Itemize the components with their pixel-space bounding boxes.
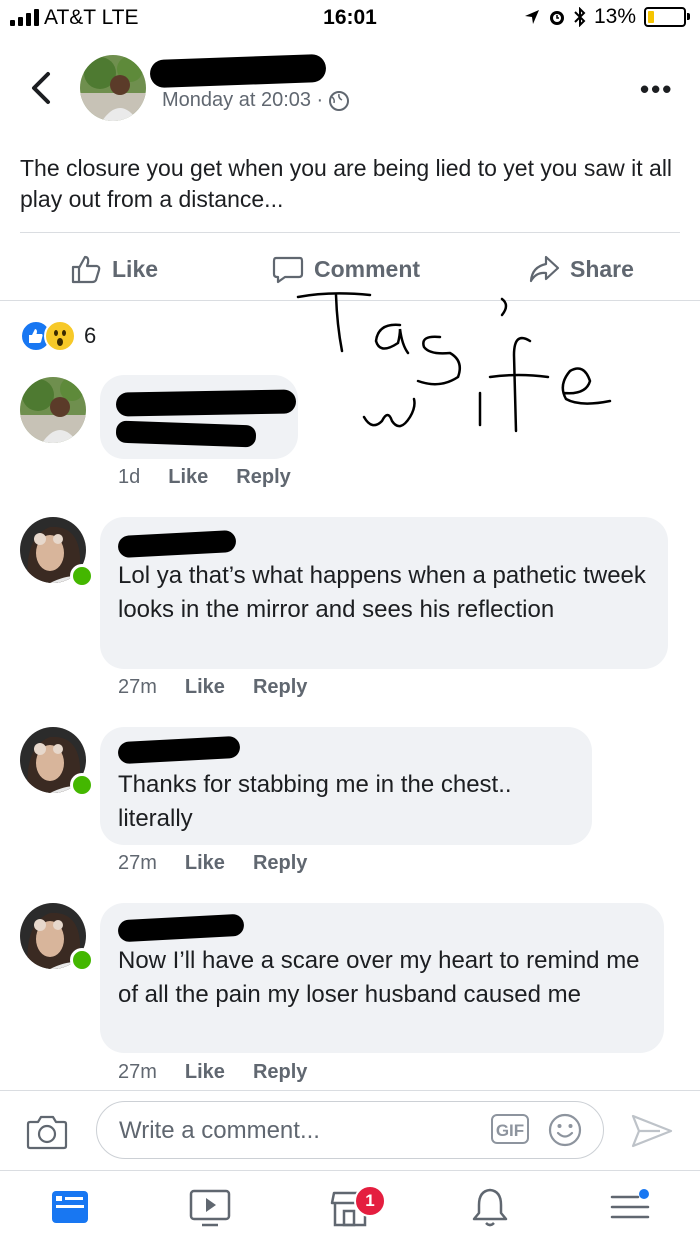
comment-like-link[interactable]: Like — [185, 1061, 225, 1084]
comment-like-link[interactable]: Like — [185, 852, 225, 875]
post-text: The closure you get when you are being l… — [20, 155, 673, 212]
comment-composer[interactable]: GIF — [96, 1101, 604, 1159]
share-action-button[interactable]: Share — [528, 250, 634, 288]
comment-reply-link[interactable]: Reply — [253, 1061, 307, 1084]
comment-text: Lol ya that’s what happens when a pathet… — [118, 562, 646, 623]
online-status-dot — [70, 948, 94, 972]
comment-bubble[interactable]: Thanks for stabbing me in the chest.. li… — [100, 727, 592, 845]
comment-text: Now I’ll have a scare over my heart to r… — [118, 947, 640, 1008]
comment-bubble[interactable] — [100, 375, 298, 459]
redacted-commenter-name — [117, 529, 237, 559]
emoji-icon[interactable] — [547, 1112, 583, 1148]
more-options-icon[interactable]: ••• — [640, 74, 673, 105]
redacted-commenter-name — [115, 389, 297, 417]
location-arrow-icon — [524, 10, 539, 24]
reactions-summary[interactable]: 6 — [20, 320, 96, 352]
redacted-commenter-name — [117, 913, 245, 943]
redacted-commenter-name — [117, 735, 241, 765]
marketplace-notification-badge: 1 — [354, 1185, 386, 1217]
handwritten-annotation — [296, 292, 612, 433]
comment-time: 27m — [118, 1061, 157, 1083]
reaction-count: 6 — [84, 323, 97, 348]
divider — [0, 1090, 700, 1091]
alarm-clock-icon — [549, 11, 564, 25]
comment-action-button[interactable]: Comment — [272, 250, 420, 288]
thumbs-up-icon — [71, 255, 101, 284]
comment-time: 27m — [118, 852, 157, 874]
send-icon[interactable] — [630, 1113, 674, 1149]
post-timestamp: Monday at 20:03 · — [162, 89, 350, 112]
watch-video-icon[interactable] — [188, 1185, 232, 1229]
gif-button[interactable]: GIF — [491, 1114, 529, 1144]
battery-percent: 13% — [593, 5, 636, 28]
comment-meta: 1d Like Reply — [118, 466, 291, 489]
globe-icon — [329, 90, 350, 111]
online-status-dot — [70, 564, 94, 588]
bottom-tab-bar — [0, 1170, 700, 1245]
divider — [20, 232, 680, 233]
bluetooth-icon — [574, 7, 586, 27]
camera-icon[interactable] — [26, 1113, 68, 1151]
like-action-button[interactable]: Like — [70, 250, 158, 288]
online-status-dot — [70, 773, 94, 797]
back-chevron-icon[interactable] — [24, 68, 60, 108]
status-bar: AT&T LTE 16:01 13% — [0, 0, 700, 36]
comment-like-link[interactable]: Like — [185, 676, 225, 699]
wow-reaction-icon — [44, 320, 76, 352]
comment-meta: 27m Like Reply — [118, 852, 307, 875]
redacted-tagged-name — [115, 420, 257, 448]
comment-reply-link[interactable]: Reply — [253, 676, 307, 699]
menu-hamburger-icon[interactable] — [608, 1185, 652, 1229]
comment-time: 1d — [118, 466, 141, 488]
comment-input[interactable] — [117, 1102, 481, 1159]
post-author-avatar[interactable] — [80, 55, 146, 121]
redacted-author-name — [149, 53, 327, 89]
comment-bubble-icon — [272, 256, 304, 284]
notifications-bell-icon[interactable] — [468, 1185, 512, 1229]
battery-icon — [644, 7, 690, 27]
comment-meta: 27m Like Reply — [118, 1061, 307, 1084]
comment-reply-link[interactable]: Reply — [253, 852, 307, 875]
share-arrow-icon — [529, 255, 560, 283]
comment-bubble[interactable]: Now I’ll have a scare over my heart to r… — [100, 903, 664, 1053]
comment-meta: 27m Like Reply — [118, 676, 307, 699]
comment-time: 27m — [118, 676, 157, 698]
comment-bubble[interactable]: Lol ya that’s what happens when a pathet… — [100, 517, 668, 669]
comment-reply-link[interactable]: Reply — [236, 466, 290, 489]
comment-avatar[interactable] — [20, 377, 86, 443]
comment-like-link[interactable]: Like — [168, 466, 208, 489]
comment-text: Thanks for stabbing me in the chest.. li… — [118, 771, 512, 832]
news-feed-icon[interactable] — [48, 1185, 92, 1229]
